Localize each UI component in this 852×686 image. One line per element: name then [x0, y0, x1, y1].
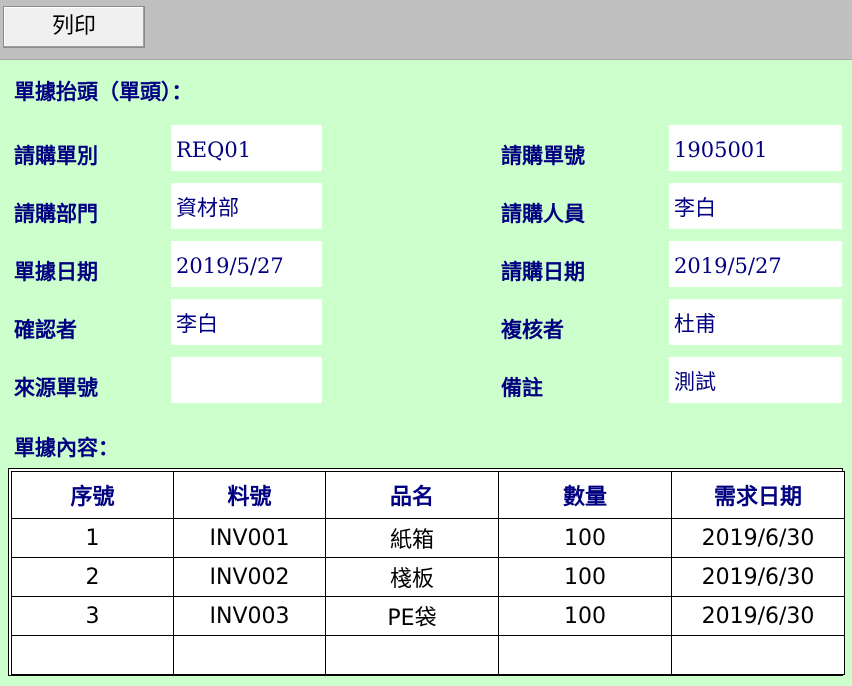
col-header-qty[interactable]: 數量	[498, 471, 672, 519]
reviewer-label: 複核者	[501, 317, 564, 342]
cell-item-no[interactable]: INV003	[173, 596, 326, 636]
cell-item-name[interactable]: 紙箱	[325, 518, 499, 558]
cell-item-name[interactable]: PE袋	[325, 596, 499, 636]
req-no-field[interactable]: 1905001	[669, 125, 842, 171]
col-header-need-date[interactable]: 需求日期	[671, 471, 845, 519]
req-dept-field[interactable]: 資材部	[171, 183, 322, 229]
confirmer-label: 確認者	[14, 317, 77, 342]
cell-seq[interactable]: 3	[11, 596, 174, 636]
table-row[interactable]: 2 INV002 棧板 100 2019/6/30	[11, 557, 845, 597]
requester-field[interactable]: 李白	[669, 183, 842, 229]
table-row[interactable]: 1 INV001 紙箱 100 2019/6/30	[11, 518, 845, 558]
cell-qty[interactable]: 100	[498, 596, 672, 636]
print-button[interactable]: 列印	[3, 6, 145, 48]
cell-seq[interactable]: 2	[11, 557, 174, 597]
cell-need-date[interactable]: 2019/6/30	[671, 518, 845, 558]
remark-label: 備註	[501, 375, 543, 400]
cell-need-date[interactable]: 2019/6/30	[671, 596, 845, 636]
source-no-field[interactable]	[171, 357, 322, 403]
table-row[interactable]: 3 INV003 PE袋 100 2019/6/30	[11, 596, 845, 636]
cell-seq[interactable]	[11, 635, 174, 675]
col-header-seq[interactable]: 序號	[11, 471, 174, 519]
detail-table: 序號 料號 品名 數量 需求日期 1 INV001 紙箱 100 2019/6/…	[11, 471, 845, 675]
req-date-field[interactable]: 2019/5/27	[669, 241, 842, 287]
cell-item-name[interactable]	[325, 635, 499, 675]
detail-section-title: 單據內容：	[14, 435, 119, 460]
req-date-label: 請購日期	[501, 259, 585, 284]
remark-field[interactable]: 測試	[669, 357, 842, 403]
cell-item-no[interactable]: INV002	[173, 557, 326, 597]
cell-item-name[interactable]: 棧板	[325, 557, 499, 597]
table-header-row: 序號 料號 品名 數量 需求日期	[11, 471, 845, 519]
reviewer-field[interactable]: 杜甫	[669, 299, 842, 345]
doc-date-field[interactable]: 2019/5/27	[171, 241, 322, 287]
cell-need-date[interactable]: 2019/6/30	[671, 557, 845, 597]
req-no-label: 請購單號	[501, 143, 585, 168]
col-header-item-no[interactable]: 料號	[173, 471, 326, 519]
cell-qty[interactable]	[498, 635, 672, 675]
cell-item-no[interactable]	[173, 635, 326, 675]
header-section-title: 單據抬頭（單頭）：	[14, 79, 193, 104]
cell-qty[interactable]: 100	[498, 557, 672, 597]
col-header-item-name[interactable]: 品名	[325, 471, 499, 519]
cell-qty[interactable]: 100	[498, 518, 672, 558]
toolbar: 列印	[0, 0, 852, 60]
req-dept-label: 請購部門	[14, 201, 98, 226]
cell-need-date[interactable]	[671, 635, 845, 675]
doc-date-label: 單據日期	[14, 259, 98, 284]
req-type-label: 請購單別	[14, 143, 98, 168]
source-no-label: 來源單號	[14, 375, 98, 400]
cell-seq[interactable]: 1	[11, 518, 174, 558]
cell-item-no[interactable]: INV001	[173, 518, 326, 558]
requester-label: 請購人員	[501, 201, 585, 226]
detail-grid: 序號 料號 品名 數量 需求日期 1 INV001 紙箱 100 2019/6/…	[8, 468, 845, 676]
req-type-field[interactable]: REQ01	[171, 125, 322, 171]
confirmer-field[interactable]: 李白	[171, 299, 322, 345]
table-row-empty[interactable]	[11, 635, 845, 675]
